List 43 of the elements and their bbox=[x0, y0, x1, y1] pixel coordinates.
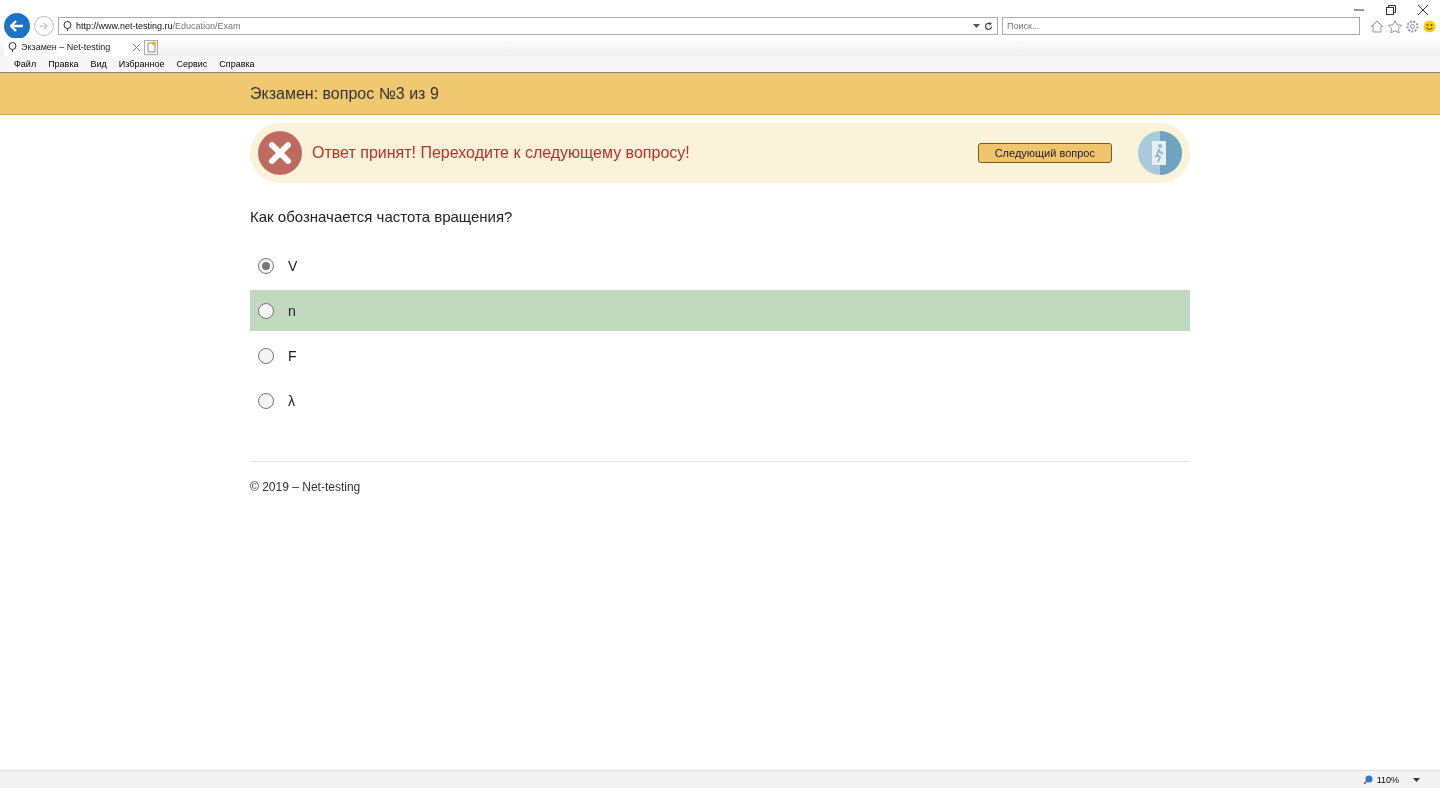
alert-message: Ответ принят! Переходите к следующему вопросу! bbox=[312, 144, 690, 162]
menu-item[interactable]: Правка bbox=[48, 59, 79, 69]
smiley-icon[interactable] bbox=[1423, 19, 1436, 33]
page-title: Экзамен: вопрос №3 из 9 bbox=[250, 84, 439, 102]
restore-icon[interactable] bbox=[1386, 5, 1396, 15]
next-question-button[interactable]: Следующий вопрос bbox=[977, 143, 1112, 163]
search-field[interactable]: Поиск... bbox=[1002, 17, 1360, 35]
answer-row[interactable]: F bbox=[250, 335, 1190, 376]
close-icon[interactable] bbox=[1418, 5, 1428, 15]
dropdown-icon[interactable] bbox=[973, 24, 980, 28]
menu-item[interactable]: Файл bbox=[14, 59, 37, 69]
pin-icon bbox=[63, 21, 72, 31]
exit-door-icon[interactable] bbox=[1138, 131, 1182, 175]
radio-button[interactable] bbox=[258, 257, 274, 274]
new-tab-icon[interactable] bbox=[144, 39, 158, 55]
answer-label[interactable]: V bbox=[288, 257, 298, 274]
error-icon bbox=[258, 131, 302, 175]
copyright-text: © 2019 – Net-testing bbox=[250, 480, 361, 494]
radio-button[interactable] bbox=[258, 302, 274, 319]
radio-button[interactable] bbox=[258, 347, 274, 364]
refresh-icon[interactable] bbox=[984, 21, 993, 31]
close-tab-icon[interactable] bbox=[133, 43, 140, 51]
address-field[interactable]: http://www.net-testing.ru/Education/Exam bbox=[58, 17, 998, 35]
star-icon[interactable] bbox=[1388, 19, 1402, 33]
back-arrow-icon[interactable] bbox=[10, 20, 24, 32]
zoom-level[interactable]: 110% bbox=[1376, 774, 1399, 785]
correct-answer-row[interactable]: n bbox=[250, 290, 1190, 331]
answer-label[interactable]: λ bbox=[288, 392, 295, 409]
answer-row[interactable]: V bbox=[250, 245, 1190, 286]
answer-row[interactable]: λ bbox=[250, 380, 1190, 421]
dropdown-icon[interactable] bbox=[1413, 777, 1420, 782]
question-text: Как обозначается частота вращения? bbox=[250, 208, 514, 225]
radio-button[interactable] bbox=[258, 392, 274, 409]
back-button[interactable] bbox=[4, 13, 30, 39]
pin-icon bbox=[8, 42, 17, 52]
browser-tab[interactable]: Экзамен – Net-testing bbox=[4, 38, 144, 56]
answer-label[interactable]: n bbox=[288, 302, 296, 319]
menu-item[interactable]: Вид bbox=[90, 59, 107, 69]
answer-label[interactable]: F bbox=[288, 347, 297, 364]
menu-item[interactable]: Сервис bbox=[176, 59, 208, 69]
menu-item[interactable]: Избранное bbox=[118, 59, 165, 69]
zoom-icon[interactable] bbox=[1363, 775, 1373, 784]
menu-item[interactable]: Справка bbox=[219, 59, 255, 69]
